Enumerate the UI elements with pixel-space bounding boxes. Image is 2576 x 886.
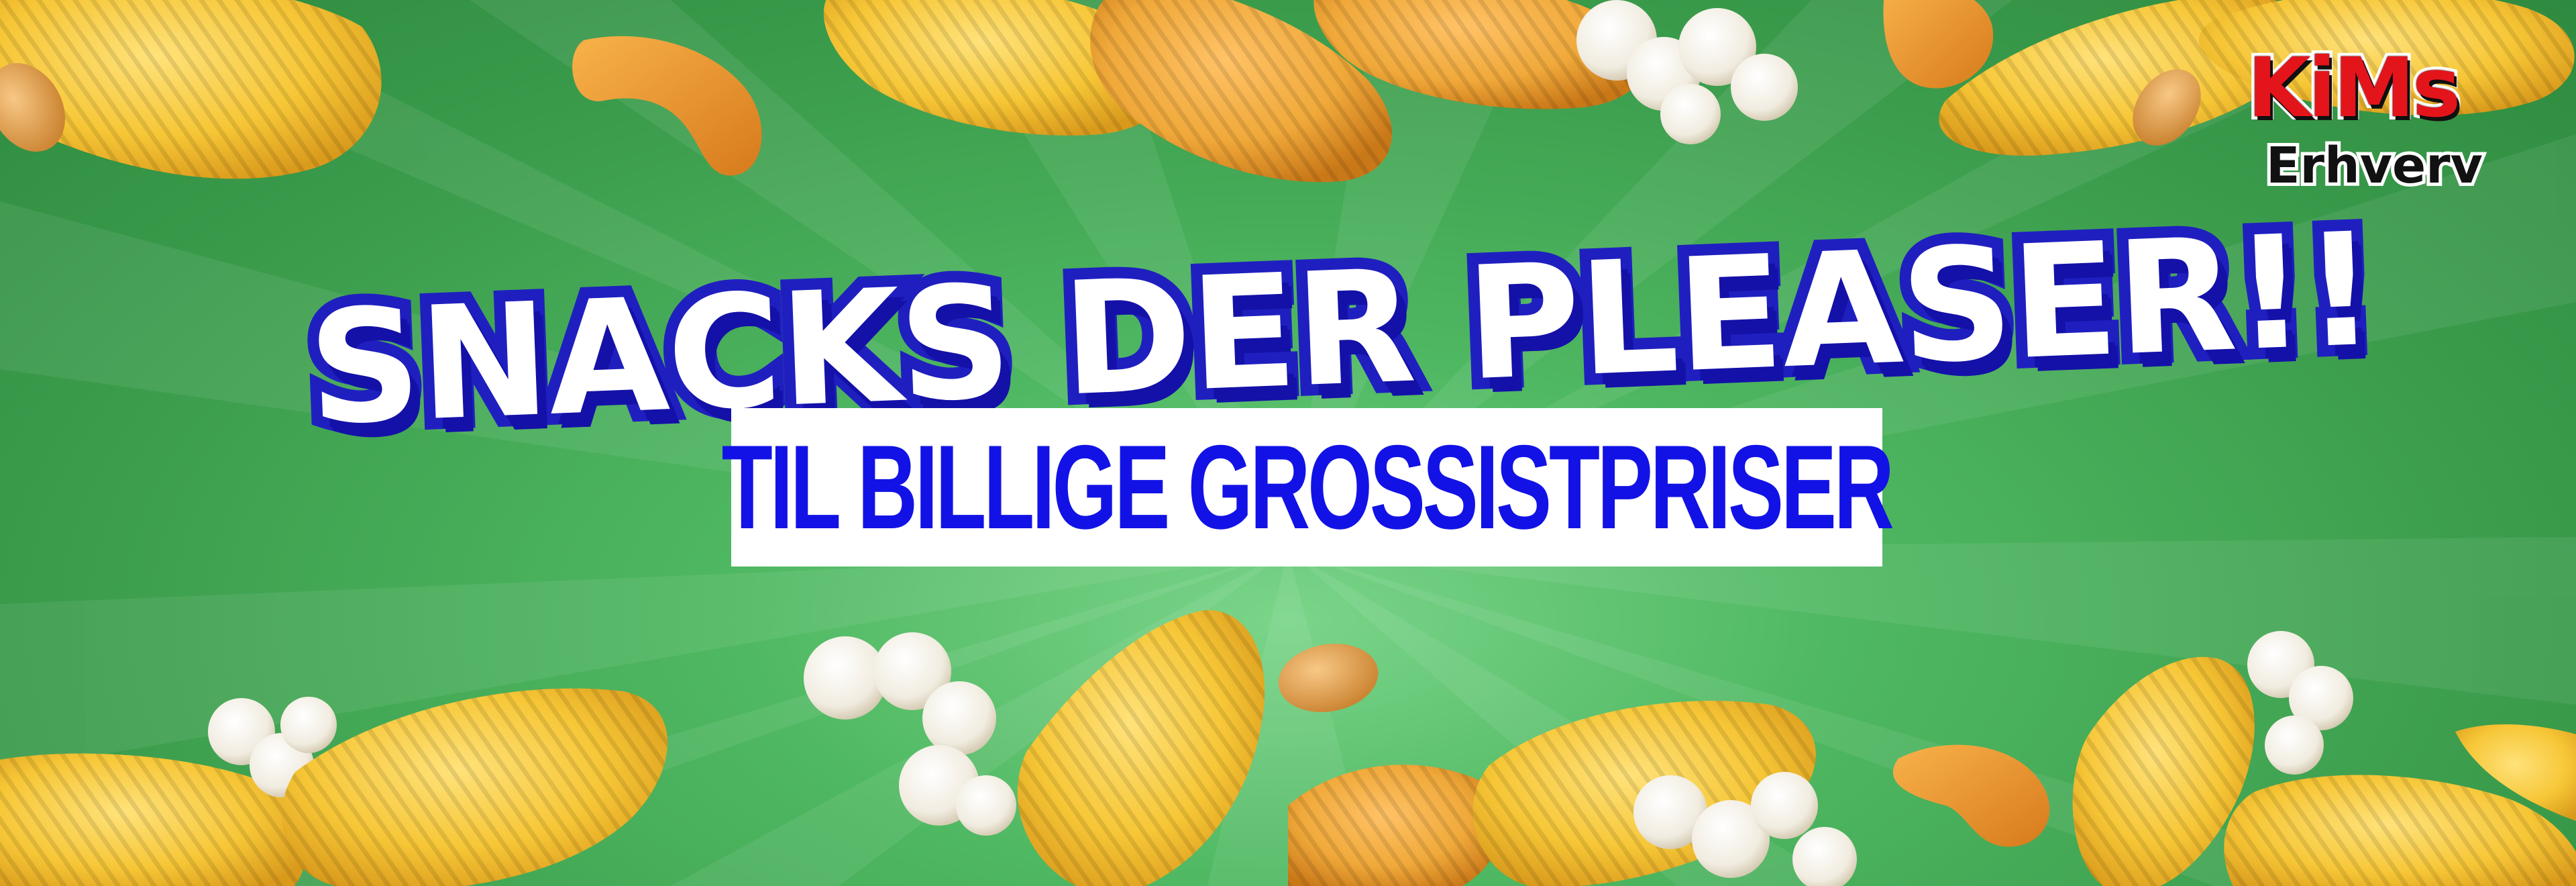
logo-tagline-text: Erhverv	[2263, 137, 2486, 195]
peanut	[1278, 644, 1379, 712]
cheese-curl	[1892, 744, 2050, 847]
potato-chip	[282, 688, 667, 886]
subheadline-box: TIL BILLIGE GROSSISTPRISER	[722, 408, 1894, 567]
subheadline: TIL BILLIGE GROSSISTPRISER	[722, 420, 1894, 554]
ridged-chip	[1288, 765, 1503, 886]
ridged-chip	[1017, 610, 1265, 886]
kims-erhverv-logo[interactable]: KiMs Erhverv	[2234, 40, 2502, 215]
promo-banner: KiMs Erhverv SNACKS DER PLEASER!! TIL BI…	[0, 0, 2576, 886]
popcorn	[2247, 631, 2353, 775]
logo-brand-text: KiMs	[2244, 40, 2464, 136]
popcorn	[804, 632, 1016, 836]
